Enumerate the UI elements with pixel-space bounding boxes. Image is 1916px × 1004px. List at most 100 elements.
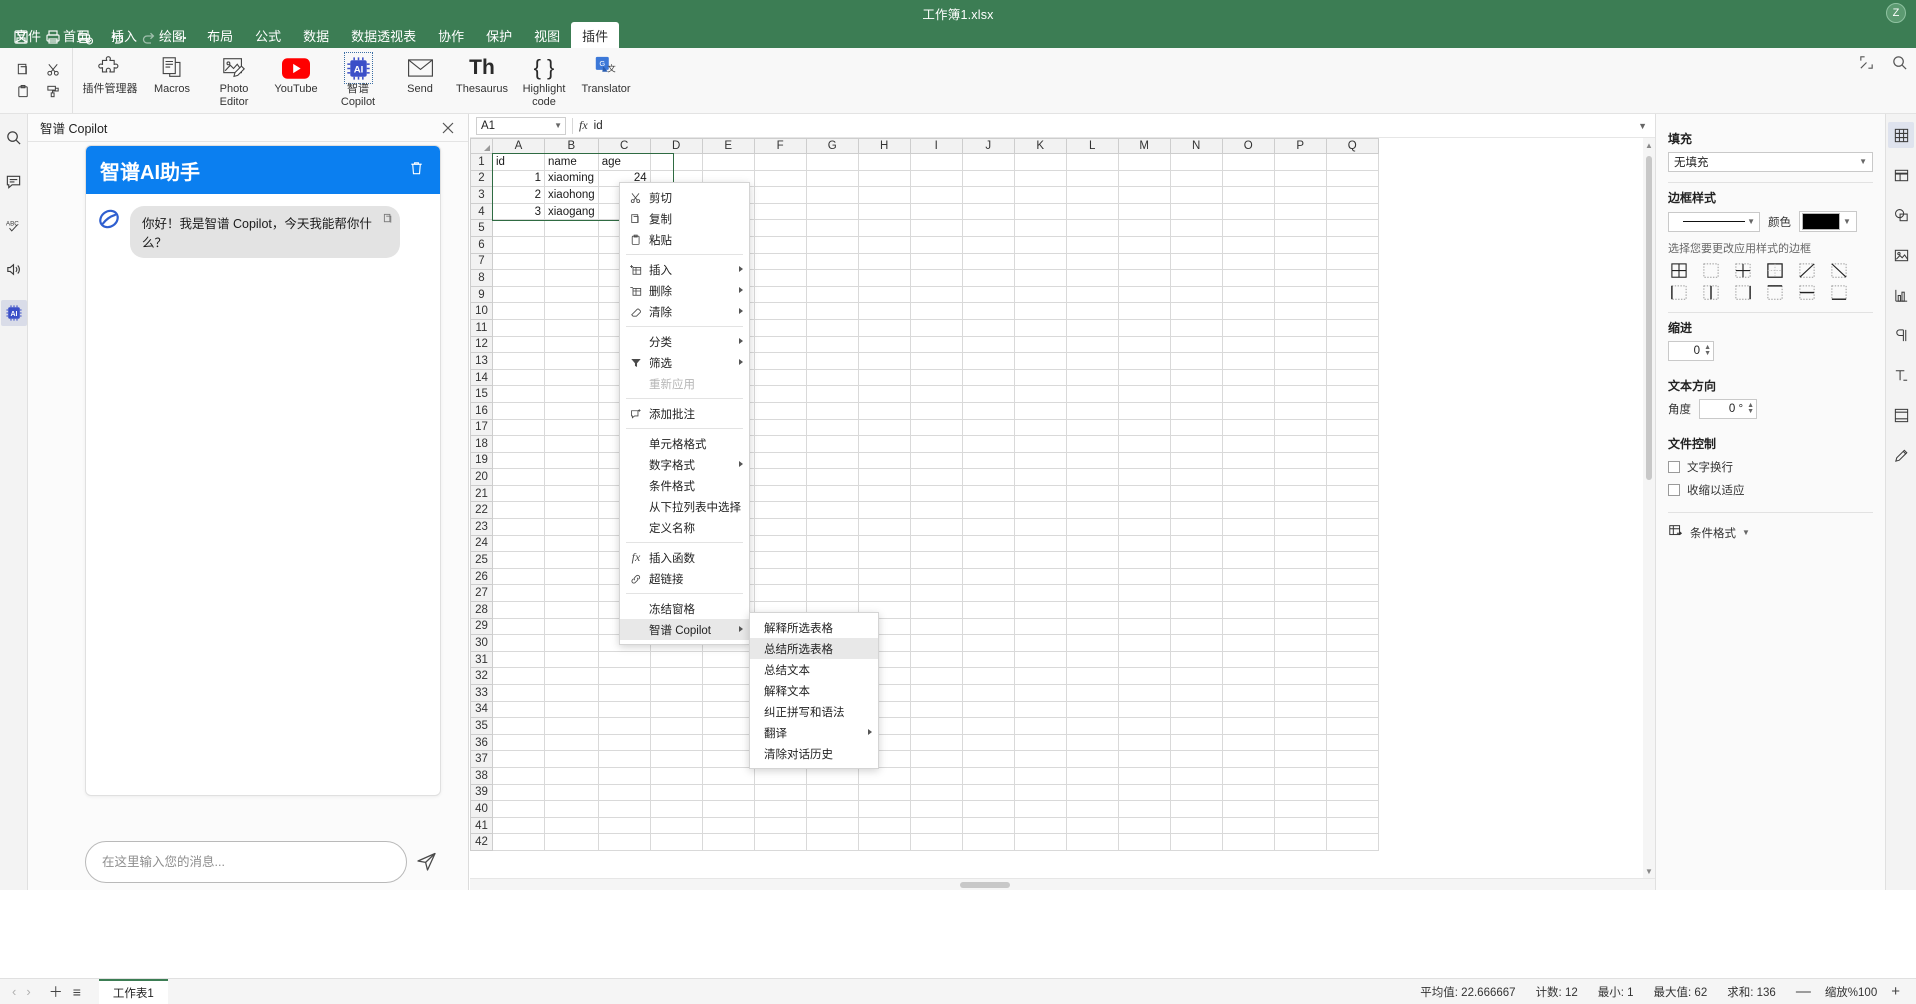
- menu-item-16[interactable]: 超链接: [620, 568, 749, 589]
- cell-F21[interactable]: [753, 484, 807, 503]
- cell-H26[interactable]: [857, 567, 911, 586]
- row-header-18[interactable]: 18: [470, 435, 493, 453]
- cell-A7[interactable]: [492, 252, 545, 271]
- tab-5[interactable]: 公式: [244, 22, 292, 48]
- cell-C41[interactable]: [597, 816, 651, 835]
- search-icon[interactable]: [1, 124, 27, 150]
- cell-L6[interactable]: [1065, 235, 1119, 254]
- cell-J23[interactable]: [961, 518, 1015, 536]
- column-header-M[interactable]: M: [1117, 138, 1171, 154]
- submenu-item-5[interactable]: 翻译: [750, 722, 878, 743]
- cell-H39[interactable]: [857, 783, 911, 802]
- cell-I15[interactable]: [909, 385, 963, 403]
- cell-J1[interactable]: [961, 153, 1015, 171]
- shrink-fit-row[interactable]: 收缩以适应: [1668, 482, 1873, 498]
- cell-O17[interactable]: [1221, 418, 1275, 437]
- cell-O3[interactable]: [1221, 186, 1275, 204]
- cell-P27[interactable]: [1273, 584, 1327, 603]
- cell-Q10[interactable]: [1325, 302, 1379, 320]
- cell-I25[interactable]: [909, 551, 963, 569]
- cell-M23[interactable]: [1117, 518, 1171, 536]
- cell-N16[interactable]: [1169, 401, 1223, 420]
- cell-Q19[interactable]: [1325, 451, 1379, 470]
- cell-M31[interactable]: [1117, 650, 1171, 669]
- border-color-picker[interactable]: ▼: [1799, 211, 1857, 232]
- cell-L38[interactable]: [1065, 766, 1119, 785]
- cell-Q17[interactable]: [1325, 418, 1379, 437]
- tab-7[interactable]: 数据透视表: [340, 22, 427, 48]
- cell-N29[interactable]: [1169, 617, 1223, 636]
- cell-P41[interactable]: [1273, 816, 1327, 835]
- cell-O16[interactable]: [1221, 401, 1275, 420]
- cell-P37[interactable]: [1273, 750, 1327, 768]
- cell-J2[interactable]: [961, 169, 1015, 188]
- cell-G9[interactable]: [805, 285, 859, 304]
- column-header-C[interactable]: C: [597, 138, 651, 154]
- cell-A25[interactable]: [492, 551, 545, 569]
- inside-vertical-icon[interactable]: [1700, 284, 1722, 302]
- left-border-icon[interactable]: [1668, 284, 1690, 302]
- cell-G25[interactable]: [805, 551, 859, 569]
- menu-item-13[interactable]: 从下拉列表中选择: [620, 496, 749, 517]
- format-painter-icon[interactable]: [44, 83, 62, 101]
- cell-C42[interactable]: [597, 833, 651, 851]
- column-header-B[interactable]: B: [544, 138, 599, 154]
- cell-N6[interactable]: [1169, 235, 1223, 254]
- cell-L15[interactable]: [1065, 385, 1119, 403]
- cell-A35[interactable]: [492, 717, 545, 735]
- cell-C33[interactable]: [597, 684, 651, 702]
- cell-D41[interactable]: [649, 816, 703, 835]
- cell-L12[interactable]: [1065, 335, 1119, 354]
- cell-A13[interactable]: [492, 352, 545, 370]
- cell-B12[interactable]: [544, 335, 599, 354]
- cell-G7[interactable]: [805, 252, 859, 271]
- row-header-41[interactable]: 41: [470, 816, 493, 835]
- cell-O33[interactable]: [1221, 684, 1275, 702]
- cell-N20[interactable]: [1169, 468, 1223, 486]
- cell-F13[interactable]: [753, 352, 807, 370]
- cell-Q41[interactable]: [1325, 816, 1379, 835]
- cell-H22[interactable]: [857, 501, 911, 520]
- cell-A10[interactable]: [492, 302, 545, 320]
- cell-M25[interactable]: [1117, 551, 1171, 569]
- cell-B4[interactable]: xiaogang: [544, 202, 599, 221]
- cell-G2[interactable]: [805, 169, 859, 188]
- cell-A28[interactable]: [492, 601, 545, 619]
- cell-C31[interactable]: [597, 650, 651, 669]
- close-icon[interactable]: [438, 118, 458, 138]
- cell-J41[interactable]: [961, 816, 1015, 835]
- cell-F18[interactable]: [753, 435, 807, 453]
- ai-copilot-icon[interactable]: AI: [0, 300, 27, 326]
- cell-B24[interactable]: [544, 534, 599, 553]
- cell-O24[interactable]: [1221, 534, 1275, 553]
- cell-L19[interactable]: [1065, 451, 1119, 470]
- tab-0[interactable]: 文件: [4, 22, 52, 48]
- formula-input[interactable]: id: [594, 120, 1638, 132]
- cell-D34[interactable]: [649, 700, 703, 719]
- cell-B40[interactable]: [544, 800, 599, 818]
- fill-select[interactable]: 无填充 ▼: [1668, 152, 1873, 172]
- cell-B29[interactable]: [544, 617, 599, 636]
- cell-B1[interactable]: name: [544, 153, 599, 171]
- cell-G39[interactable]: [805, 783, 859, 802]
- cell-F19[interactable]: [753, 451, 807, 470]
- cell-A37[interactable]: [492, 750, 545, 768]
- cell-B37[interactable]: [544, 750, 599, 768]
- cell-K23[interactable]: [1013, 518, 1067, 536]
- cell-H12[interactable]: [857, 335, 911, 354]
- cell-K37[interactable]: [1013, 750, 1067, 768]
- cell-G16[interactable]: [805, 401, 859, 420]
- sheet-tab[interactable]: 工作表1: [98, 979, 168, 1004]
- cell-A34[interactable]: [492, 700, 545, 719]
- cell-B27[interactable]: [544, 584, 599, 603]
- cell-N9[interactable]: [1169, 285, 1223, 304]
- cell-B16[interactable]: [544, 401, 599, 420]
- cell-Q22[interactable]: [1325, 501, 1379, 520]
- cell-Q32[interactable]: [1325, 667, 1379, 685]
- cell-A38[interactable]: [492, 766, 545, 785]
- cell-M32[interactable]: [1117, 667, 1171, 685]
- cell-P39[interactable]: [1273, 783, 1327, 802]
- cell-B18[interactable]: [544, 435, 599, 453]
- cell-M16[interactable]: [1117, 401, 1171, 420]
- cell-J21[interactable]: [961, 484, 1015, 503]
